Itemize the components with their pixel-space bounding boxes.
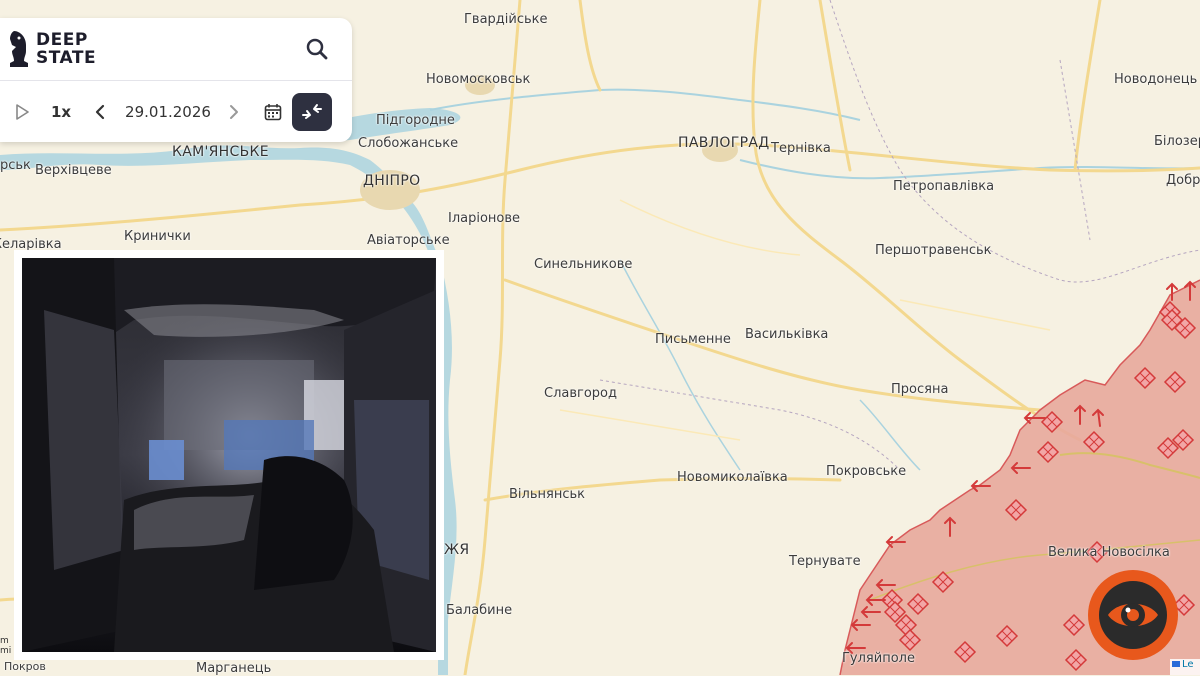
eye-badge-icon — [1089, 571, 1177, 659]
search-button[interactable] — [304, 36, 330, 62]
date-label: 29.01.2026 — [125, 103, 211, 121]
logo-text: DEEP STATE — [36, 31, 96, 67]
compare-arrows-icon — [302, 104, 322, 119]
city-label: Авіаторське — [367, 233, 450, 248]
compare-button[interactable] — [292, 93, 332, 131]
city-label: Просяна — [891, 382, 949, 397]
city-label: Покровське — [826, 464, 907, 479]
city-label: Балабине — [446, 603, 513, 618]
city-label: Синельникове — [534, 257, 633, 272]
search-icon — [306, 38, 328, 60]
city-label: Вільнянськ — [509, 487, 585, 502]
city-label: Петропавлівка — [893, 179, 995, 194]
scale-label: mi — [0, 646, 12, 656]
city-label: Кринички — [124, 229, 191, 244]
play-icon — [16, 104, 29, 120]
control-panel: DEEP STATE 1x 29.01.2026 — [0, 18, 352, 142]
prev-date-button[interactable] — [88, 84, 112, 140]
city-label: Письменне — [655, 332, 731, 347]
city-label: Білозер — [1154, 134, 1200, 149]
damaged-room-photo — [22, 258, 436, 652]
city-label: Першотравенськ — [875, 243, 992, 258]
calendar-button[interactable] — [258, 84, 288, 140]
city-label: Новодонець — [1114, 72, 1198, 87]
city-label: Гвардійське — [464, 12, 548, 27]
date-display[interactable]: 29.01.2026 — [118, 84, 218, 140]
attribution-text: Le — [1182, 659, 1194, 670]
city-label: Тернівка — [771, 141, 831, 156]
panel-divider — [0, 80, 352, 81]
speed-label: 1x — [50, 103, 72, 121]
city-label: Славгород — [544, 386, 617, 401]
leaflet-attribution[interactable]: Le — [1170, 659, 1200, 675]
scale-label: m — [0, 636, 9, 646]
speed-button[interactable]: 1x — [44, 84, 78, 140]
eye-badge — [1088, 570, 1178, 660]
play-button[interactable] — [8, 84, 36, 140]
city-label: КАМ'ЯНСЬКЕ — [172, 144, 269, 160]
deepstate-logo[interactable]: DEEP STATE — [8, 28, 96, 70]
next-date-button[interactable] — [222, 84, 246, 140]
city-label: Гуляйполе — [842, 651, 915, 666]
city-label: Слобожанське — [358, 136, 459, 151]
city-label: Тернувате — [789, 554, 861, 569]
city-label: Велика Новосілка — [1048, 545, 1170, 560]
logo-line1: DEEP — [36, 30, 88, 50]
city-label: Верхівцеве — [35, 163, 112, 178]
city-label: Іларіонове — [448, 211, 521, 226]
city-label: Васильківка — [745, 327, 829, 342]
calendar-icon — [264, 104, 282, 121]
city-label: ЖЯ — [444, 542, 470, 558]
city-label: Підгородне — [376, 113, 455, 128]
city-label: ПАВЛОГРАД — [678, 135, 770, 151]
logo-line2: STATE — [36, 48, 97, 68]
chevron-left-icon — [95, 104, 105, 120]
city-label: Новомосковськ — [426, 72, 531, 87]
chevron-right-icon — [230, 105, 238, 119]
city-label: Новомиколаївка — [677, 470, 788, 485]
city-label: ДНІПРО — [363, 173, 421, 189]
city-label: Добр — [1166, 173, 1200, 188]
flag-icon — [1172, 661, 1180, 667]
map-scale: m mi — [0, 636, 14, 668]
city-label: рськ — [0, 158, 31, 173]
photo-overlay — [14, 250, 444, 660]
city-label: Марганець — [196, 661, 272, 676]
knight-logo-icon — [10, 31, 28, 67]
